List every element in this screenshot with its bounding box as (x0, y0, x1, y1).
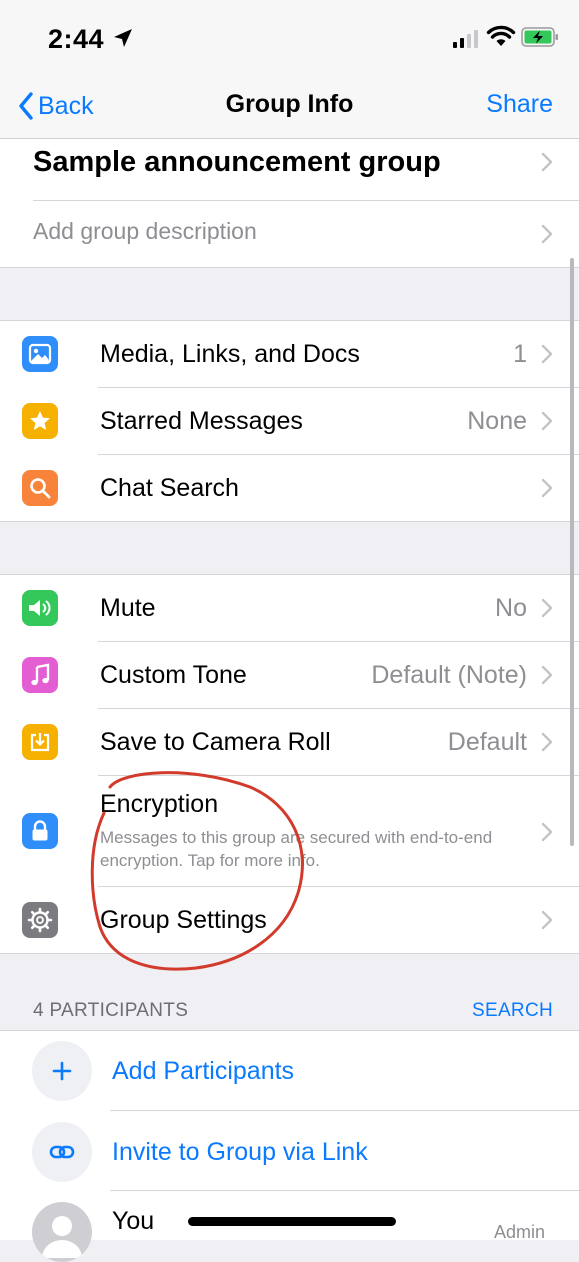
photo-icon (22, 336, 58, 372)
starred-messages-value: None (467, 407, 527, 435)
speaker-icon (22, 590, 58, 626)
custom-tone-label: Custom Tone (100, 661, 247, 689)
save-to-camera-roll-label: Save to Camera Roll (100, 728, 331, 756)
star-icon (22, 403, 58, 439)
chat-search-label: Chat Search (100, 474, 239, 502)
download-icon (22, 724, 58, 760)
invite-via-link-label: Invite to Group via Link (112, 1138, 368, 1166)
status-time: 2:44 (48, 24, 105, 54)
participants-count-header: 4 PARTICIPANTS (33, 1000, 189, 1021)
chevron-right-icon (541, 822, 553, 842)
group-name: Sample announcement group (33, 146, 441, 178)
lock-icon (22, 813, 58, 849)
section-divider (0, 521, 579, 522)
gear-icon (22, 902, 58, 938)
chevron-right-icon (541, 478, 553, 498)
chevron-right-icon (541, 411, 553, 431)
mute-label: Mute (100, 594, 156, 622)
battery-charging-icon (521, 27, 558, 47)
chevron-right-icon (541, 152, 553, 172)
media-links-docs-label: Media, Links, and Docs (100, 340, 360, 368)
share-button[interactable]: Share (486, 90, 553, 119)
mute-value: No (495, 594, 527, 622)
chevron-right-icon (541, 344, 553, 364)
starred-messages-label: Starred Messages (100, 407, 303, 435)
group-description-placeholder: Add group description (33, 218, 257, 244)
participants-search-button[interactable]: SEARCH (472, 1000, 553, 1022)
scroll-indicator (570, 258, 574, 846)
chevron-right-icon (541, 665, 553, 685)
wifi-icon (486, 25, 516, 46)
annotation-circle (90, 771, 304, 971)
chevron-right-icon (541, 224, 553, 244)
section-divider (0, 267, 579, 268)
chevron-right-icon (541, 910, 553, 930)
chevron-right-icon (541, 598, 553, 618)
save-to-camera-roll-value: Default (447, 728, 527, 756)
location-arrow-icon (114, 29, 132, 47)
chevron-right-icon (541, 732, 553, 752)
link-icon (32, 1122, 92, 1182)
custom-tone-value: Default (Note) (371, 661, 527, 689)
media-count: 1 (513, 340, 527, 368)
participant-name: You (112, 1207, 155, 1235)
cellular-signal-icon (453, 30, 478, 48)
music-note-icon (22, 657, 58, 693)
search-icon (22, 470, 58, 506)
home-indicator (188, 1217, 396, 1226)
plus-icon (32, 1041, 92, 1101)
add-participants-label: Add Participants (112, 1057, 295, 1085)
avatar (32, 1202, 92, 1262)
mute-row[interactable] (0, 575, 579, 641)
chat-search-row[interactable] (0, 455, 579, 521)
